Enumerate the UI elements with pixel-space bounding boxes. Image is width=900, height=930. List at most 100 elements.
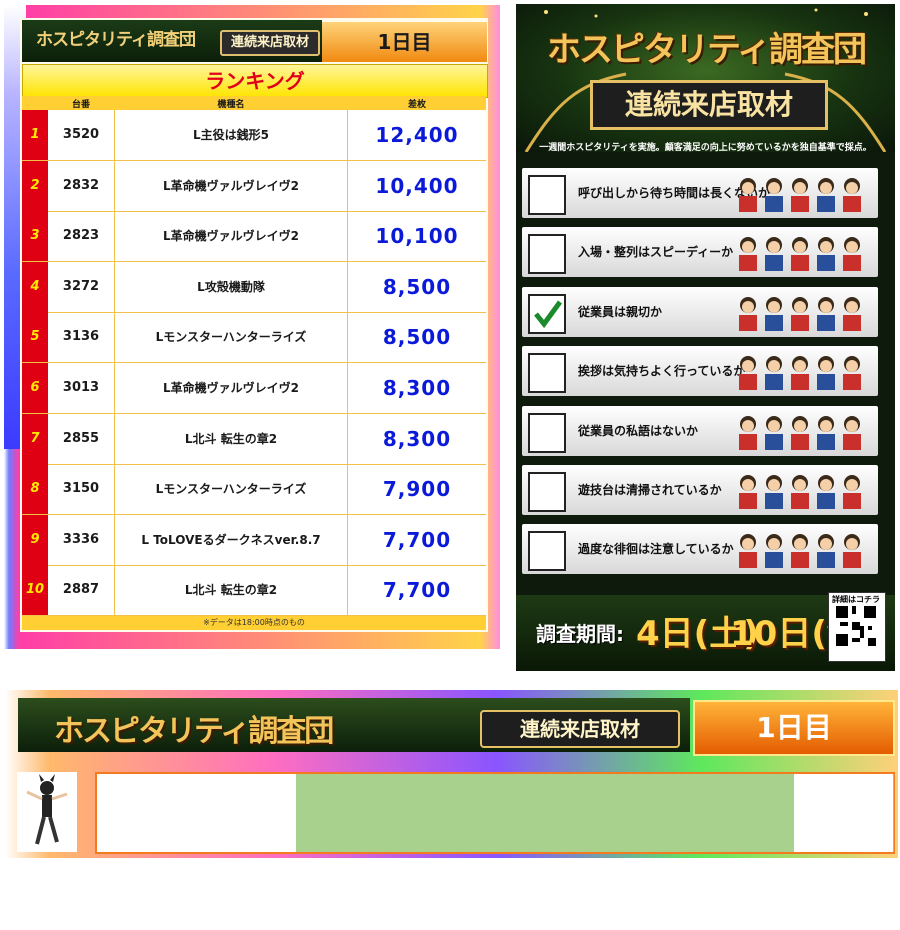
rank-cell: 6: [22, 363, 48, 413]
table-row: 9 3336 L ToLOVEるダークネスver.8.7 7,700: [22, 514, 486, 566]
banner-slot-strip: [95, 772, 895, 854]
staff-illustration-icon: [739, 415, 861, 450]
rank-cell: 2: [22, 160, 48, 211]
rank-cell: 8: [22, 464, 48, 515]
banner-title-main: ホスピタリティ調査団: [54, 714, 334, 749]
diff-cell: 7,900: [382, 477, 452, 502]
diff-cell: 7,700: [382, 527, 452, 552]
banner-slot: [793, 774, 894, 852]
banner-slot: [196, 774, 297, 852]
diff-cell: 8,300: [382, 426, 452, 451]
checkmark-icon: [534, 300, 563, 328]
poster-title-tag: 連続来店取材: [590, 80, 828, 130]
table-row: 3 2823 L革命機ヴァルヴレイヴ2 10,100: [22, 211, 486, 263]
checklist-box[interactable]: [528, 293, 566, 334]
staff-illustration-icon: [739, 475, 861, 509]
table-row: 5 3136 Lモンスターハンターライズ 8,500: [22, 312, 486, 364]
machine-name-cell: Lモンスターハンターライズ: [115, 312, 348, 363]
banner-title-tag: 連続来店取材: [480, 710, 680, 748]
checklist-box[interactable]: [528, 353, 566, 394]
banner-slot: [495, 774, 596, 852]
rank-cell: 4: [22, 261, 48, 312]
rank-cell: 10: [22, 565, 48, 616]
machine-number-cell: 2832: [48, 160, 115, 211]
rank-cell: 9: [22, 514, 48, 565]
machine-name-cell: Lモンスターハンターライズ: [115, 464, 348, 515]
machine-number-cell: 2823: [48, 211, 115, 262]
machine-number-cell: 3336: [48, 514, 115, 565]
table-row: 7 2855 L北斗 転生の章2 8,300: [22, 413, 486, 465]
table-row: 4 3272 L攻殻機動隊 8,500: [22, 261, 486, 313]
checklist-item: 入場・整列はスピーディーか: [522, 227, 878, 278]
table-row: 8 3150 Lモンスターハンターライズ 7,900: [22, 464, 486, 516]
table-row: 10 2887 L北斗 転生の章2 7,700: [22, 565, 486, 617]
checklist-text: 入場・整列はスピーディーか: [578, 245, 734, 260]
checklist-text: 挨拶は気持ちよく行っているか: [578, 364, 746, 379]
period-label: 調査期間:: [536, 622, 624, 646]
ranking-day-label: 1日目: [322, 22, 487, 62]
ranking-footnote: ※データは18:00時点のもの: [22, 616, 486, 630]
rank-cell: 3: [22, 211, 48, 262]
machine-number-cell: 3013: [48, 363, 115, 413]
ranking-header: ランキング: [22, 64, 488, 98]
checklist-item: 従業員の私語はないか: [522, 405, 878, 456]
machine-name-cell: L革命機ヴァルヴレイヴ2: [115, 211, 348, 262]
table-row: 2 2832 L革命機ヴァルヴレイヴ2 10,400: [22, 160, 486, 212]
banner-slot: [395, 774, 496, 852]
diff-cell: 10,100: [375, 224, 459, 249]
rank-cell: 7: [22, 413, 48, 464]
diff-cell: 8,300: [382, 376, 452, 400]
banner-slot: [296, 774, 397, 852]
diff-cell: 8,500: [382, 274, 452, 299]
diff-cell: 7,700: [382, 578, 452, 603]
machine-name-cell: L北斗 転生の章2: [115, 565, 348, 616]
staff-illustration-icon: [739, 534, 861, 569]
machine-name-cell: L主役は銭形5: [115, 110, 348, 160]
banner-character-image: [17, 772, 77, 852]
ranking-column-headers: 台番 機種名 差枚: [22, 96, 486, 110]
checklist-text: 従業員の私語はないか: [578, 423, 699, 438]
machine-number-cell: 3150: [48, 464, 115, 515]
table-row: 6 3013 L革命機ヴァルヴレイヴ2 8,300: [22, 363, 486, 414]
banner-day-label: 1日目: [693, 700, 895, 756]
table-row: 1 3520 L主役は銭形5 12,400: [22, 110, 486, 161]
checklist-text: 遊技台は清掃されているか: [578, 483, 722, 497]
checklist-item: 過度な徘徊は注意しているか: [522, 524, 878, 575]
column-header-number: 台番: [71, 100, 90, 110]
banner-slot: [694, 774, 795, 852]
checklist-box[interactable]: [528, 234, 566, 275]
checklist-item: 挨拶は気持ちよく行っているか: [522, 346, 878, 397]
checklist-item: 呼び出しから待ち時間は長くないか: [522, 168, 878, 218]
checklist-text: 過度な徘徊は注意しているか: [578, 542, 734, 557]
banner-slot: [97, 774, 198, 852]
checklist-box[interactable]: [528, 472, 566, 512]
poster-title-main: ホスピタリティ調査団: [547, 30, 867, 70]
poster-subtitle: 一週間ホスピタリティを実施。顧客満足の向上に努めているかを独自基準で採点。: [539, 143, 872, 153]
diff-cell: 8,500: [382, 325, 452, 350]
staff-illustration-icon: [739, 178, 861, 212]
ranking-title-main: ホスピタリティ調査団: [36, 30, 196, 50]
dancer-icon: [26, 774, 68, 845]
checklist-item: 従業員は親切か: [522, 286, 878, 337]
staff-illustration-icon: [739, 237, 861, 272]
machine-number-cell: 3136: [48, 312, 115, 363]
checklist-text: 従業員は親切か: [578, 304, 663, 319]
machine-number-cell: 2855: [48, 413, 115, 464]
column-header-machine: 機種名: [217, 100, 245, 110]
checklist-item: 遊技台は清掃されているか: [522, 465, 878, 515]
column-header-diff: 差枚: [407, 100, 426, 110]
ranking-title-tag: 連続来店取材: [220, 30, 320, 56]
machine-name-cell: L ToLOVEるダークネスver.8.7: [115, 514, 348, 565]
rank-cell: 5: [22, 312, 48, 363]
checklist-box[interactable]: [528, 175, 566, 215]
machine-name-cell: L革命機ヴァルヴレイヴ2: [115, 160, 348, 211]
staff-illustration-icon: [739, 356, 861, 391]
machine-number-cell: 2887: [48, 565, 115, 616]
checklist-box[interactable]: [528, 412, 566, 453]
machine-number-cell: 3272: [48, 261, 115, 312]
checklist-box[interactable]: [528, 531, 566, 572]
machine-name-cell: L攻殻機動隊: [115, 261, 348, 312]
banner-slot: [594, 774, 695, 852]
diff-cell: 10,400: [375, 173, 459, 198]
qr-code-icon[interactable]: [836, 606, 876, 646]
